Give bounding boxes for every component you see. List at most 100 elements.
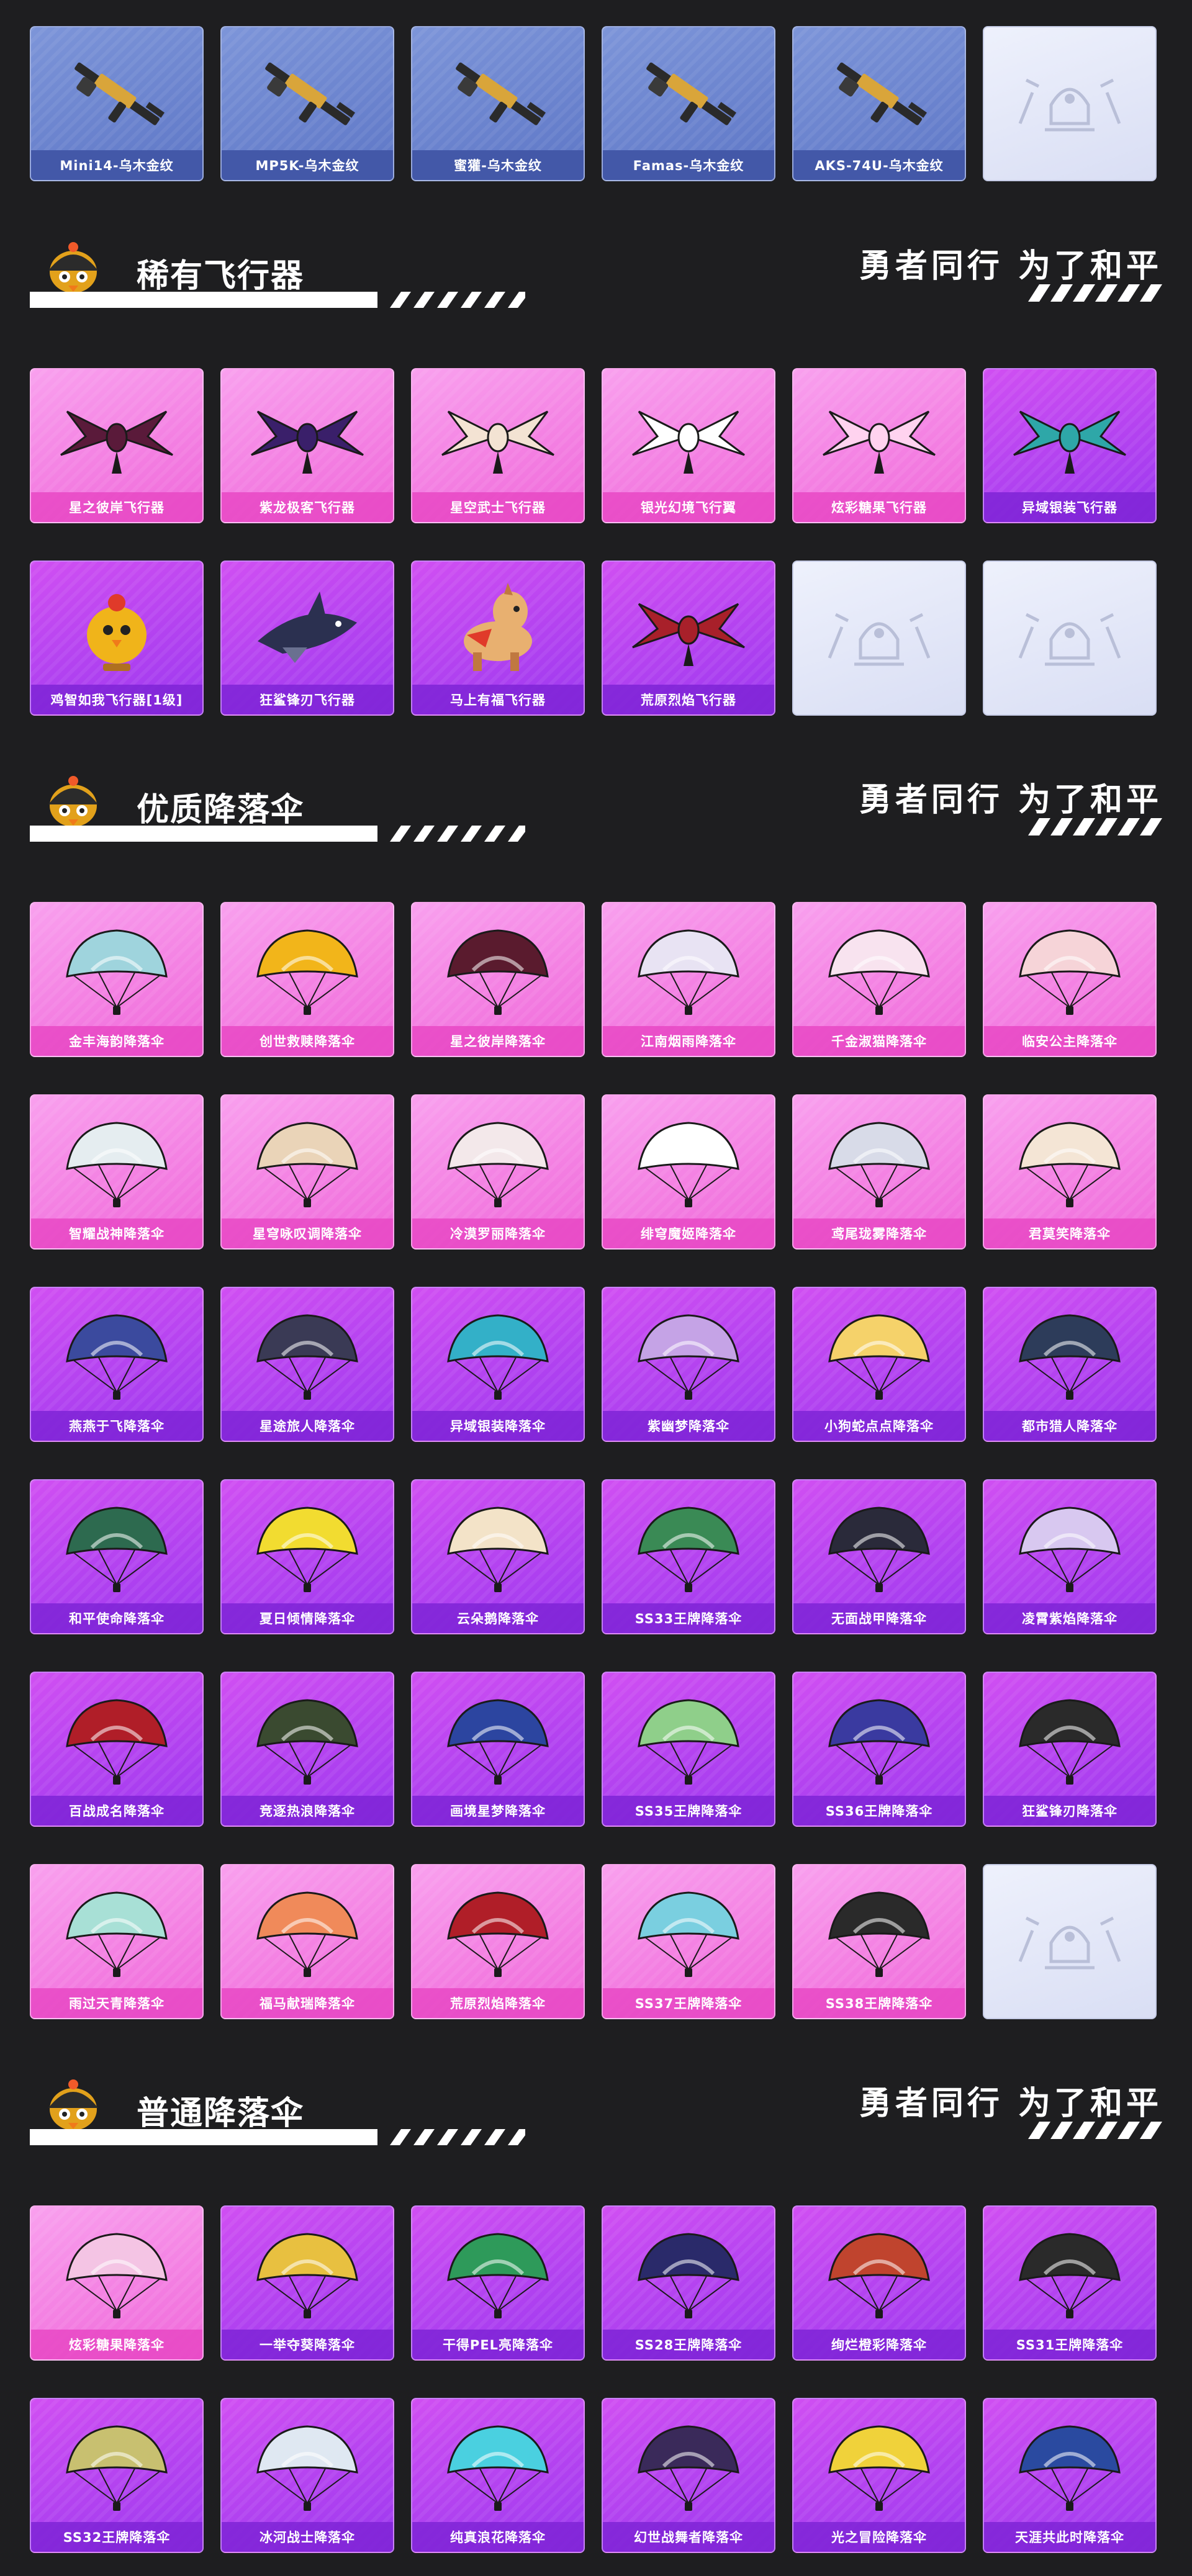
item-card[interactable]: 小狗蛇点点降落伞 (792, 1287, 966, 1442)
item-card[interactable]: 一举夺葵降落伞 (220, 2205, 394, 2361)
item-card[interactable]: 异域银装降落伞 (411, 1287, 585, 1442)
item-card[interactable]: 画境星梦降落伞 (411, 1672, 585, 1827)
item-card[interactable]: SS35王牌降落伞 (602, 1672, 775, 1827)
item-card[interactable]: 君莫笑降落伞 (983, 1094, 1157, 1250)
item-card[interactable]: 狂鲨锋刃降落伞 (983, 1672, 1157, 1827)
item-card[interactable]: 绚烂橙彩降落伞 (792, 2205, 966, 2361)
item-card[interactable]: 炫彩糖果飞行器 (792, 368, 966, 523)
item-card[interactable]: SS32王牌降落伞 (30, 2398, 204, 2553)
item-card[interactable]: 夏日倾情降落伞 (220, 1479, 394, 1634)
item-card[interactable]: 鸢尾珑雾降落伞 (792, 1094, 966, 1250)
rifle-icon (626, 45, 751, 144)
item-card[interactable]: 紫龙极客飞行器 (220, 368, 394, 523)
item-card[interactable]: MP5K-乌木金纹 (220, 26, 394, 181)
parachute-icon (245, 1498, 369, 1597)
item-card[interactable]: 鸡智如我飞行器[1级] (30, 561, 204, 716)
item-card[interactable]: SS36王牌降落伞 (792, 1672, 966, 1827)
item-label: 荒原烈焰降落伞 (412, 1988, 584, 2018)
parachute-icon (817, 1883, 941, 1982)
item-label: 君莫笑降落伞 (984, 1218, 1155, 1248)
item-card[interactable]: 星途旅人降落伞 (220, 1287, 394, 1442)
item-label: 智耀战神降落伞 (31, 1218, 202, 1248)
item-label: 金丰海韵降落伞 (31, 1026, 202, 1056)
section-header-gliders: 稀有飞行器 勇者同行 为了和平 (30, 235, 1162, 309)
item-card[interactable]: 异域银装飞行器 (983, 368, 1157, 523)
item-card[interactable]: 凌霄紫焰降落伞 (983, 1479, 1157, 1634)
item-card[interactable]: 马上有福飞行器 (411, 561, 585, 716)
item-card[interactable]: 创世救赎降落伞 (220, 902, 394, 1057)
item-card[interactable]: SS33王牌降落伞 (602, 1479, 775, 1634)
parachute-icon (436, 1113, 560, 1212)
item-card[interactable]: 幻世战舞者降落伞 (602, 2398, 775, 2553)
section-header-common-parachutes: 普通降落伞 勇者同行 为了和平 (30, 2072, 1162, 2146)
item-card[interactable]: 冷漠罗丽降落伞 (411, 1094, 585, 1250)
item-label: SS32王牌降落伞 (31, 2522, 202, 2552)
item-card[interactable]: 星之彼岸飞行器 (30, 368, 204, 523)
item-card[interactable]: 江南烟雨降落伞 (602, 902, 775, 1057)
item-card[interactable]: 临安公主降落伞 (983, 902, 1157, 1057)
parachute-icon (55, 2224, 179, 2323)
glider-icon (626, 579, 751, 678)
item-card[interactable]: 绯穹魔姬降落伞 (602, 1094, 775, 1250)
item-card[interactable]: Famas-乌木金纹 (602, 26, 775, 181)
parachute-icon (55, 2416, 179, 2516)
item-card[interactable]: 和平使命降落伞 (30, 1479, 204, 1634)
slogan-stripes (1028, 2122, 1162, 2139)
item-card[interactable]: AKS-74U-乌木金纹 (792, 26, 966, 181)
item-card[interactable]: 紫幽梦降落伞 (602, 1287, 775, 1442)
item-card[interactable]: 都市猎人降落伞 (983, 1287, 1157, 1442)
item-card[interactable]: 竞逐热浪降落伞 (220, 1672, 394, 1827)
item-card[interactable]: 金丰海韵降落伞 (30, 902, 204, 1057)
parachute-icon (245, 1883, 369, 1982)
parachute-icon (626, 1113, 751, 1212)
emblem-placeholder-icon (1008, 55, 1132, 155)
item-card[interactable]: 光之冒险降落伞 (792, 2398, 966, 2553)
item-card[interactable]: 天涯共此时降落伞 (983, 2398, 1157, 2553)
item-label: 幻世战舞者降落伞 (603, 2522, 774, 2552)
item-label: 云朵鹅降落伞 (412, 1603, 584, 1633)
item-card[interactable]: SS37王牌降落伞 (602, 1864, 775, 2019)
slogan-text: 勇者同行 为了和平 (859, 248, 1162, 285)
slogan-stripes (1028, 284, 1162, 302)
item-card[interactable]: 百战成名降落伞 (30, 1672, 204, 1827)
item-label: 狂鲨锋刃降落伞 (984, 1796, 1155, 1826)
item-card[interactable]: 蜜獾-乌木金纹 (411, 26, 585, 181)
item-card[interactable]: SS38王牌降落伞 (792, 1864, 966, 2019)
parachute-icon (55, 1113, 179, 1212)
item-label: 星穹咏叹调降落伞 (222, 1218, 393, 1248)
item-card[interactable]: 干得PEL亮降落伞 (411, 2205, 585, 2361)
item-card[interactable]: 炫彩糖果降落伞 (30, 2205, 204, 2361)
item-card[interactable]: 纯真浪花降落伞 (411, 2398, 585, 2553)
item-label: SS33王牌降落伞 (603, 1603, 774, 1633)
item-card[interactable]: Mini14-乌木金纹 (30, 26, 204, 181)
item-card[interactable]: 荒原烈焰飞行器 (602, 561, 775, 716)
parachute-icon (245, 1305, 369, 1405)
section-title: 稀有飞行器 (137, 258, 305, 295)
item-label: SS37王牌降落伞 (603, 1988, 774, 2018)
item-card[interactable]: 智耀战神降落伞 (30, 1094, 204, 1250)
empty-slot-card (792, 561, 966, 716)
parachute-icon (55, 1883, 179, 1982)
item-card[interactable]: 雨过天青降落伞 (30, 1864, 204, 2019)
item-card[interactable]: 冰河战士降落伞 (220, 2398, 394, 2553)
slogan-text: 勇者同行 为了和平 (859, 2085, 1162, 2122)
item-label: SS31王牌降落伞 (984, 2330, 1155, 2359)
item-card[interactable]: SS31王牌降落伞 (983, 2205, 1157, 2361)
item-card[interactable]: 福马献瑞降落伞 (220, 1864, 394, 2019)
item-card[interactable]: 星穹咏叹调降落伞 (220, 1094, 394, 1250)
item-card[interactable]: 星之彼岸降落伞 (411, 902, 585, 1057)
item-card[interactable]: SS28王牌降落伞 (602, 2205, 775, 2361)
glider-icon (55, 387, 179, 486)
item-card[interactable]: 银光幻境飞行翼 (602, 368, 775, 523)
emblem-placeholder-icon (1008, 590, 1132, 689)
section-title: 优质降落伞 (137, 791, 305, 829)
item-card[interactable]: 狂鲨锋刃飞行器 (220, 561, 394, 716)
item-card[interactable]: 无面战甲降落伞 (792, 1479, 966, 1634)
item-card[interactable]: 燕燕于飞降落伞 (30, 1287, 204, 1442)
item-label: 荒原烈焰飞行器 (603, 685, 774, 714)
slash-divider (30, 292, 525, 308)
item-card[interactable]: 荒原烈焰降落伞 (411, 1864, 585, 2019)
item-card[interactable]: 云朵鹅降落伞 (411, 1479, 585, 1634)
item-card[interactable]: 千金淑猫降落伞 (792, 902, 966, 1057)
item-card[interactable]: 星空武士飞行器 (411, 368, 585, 523)
